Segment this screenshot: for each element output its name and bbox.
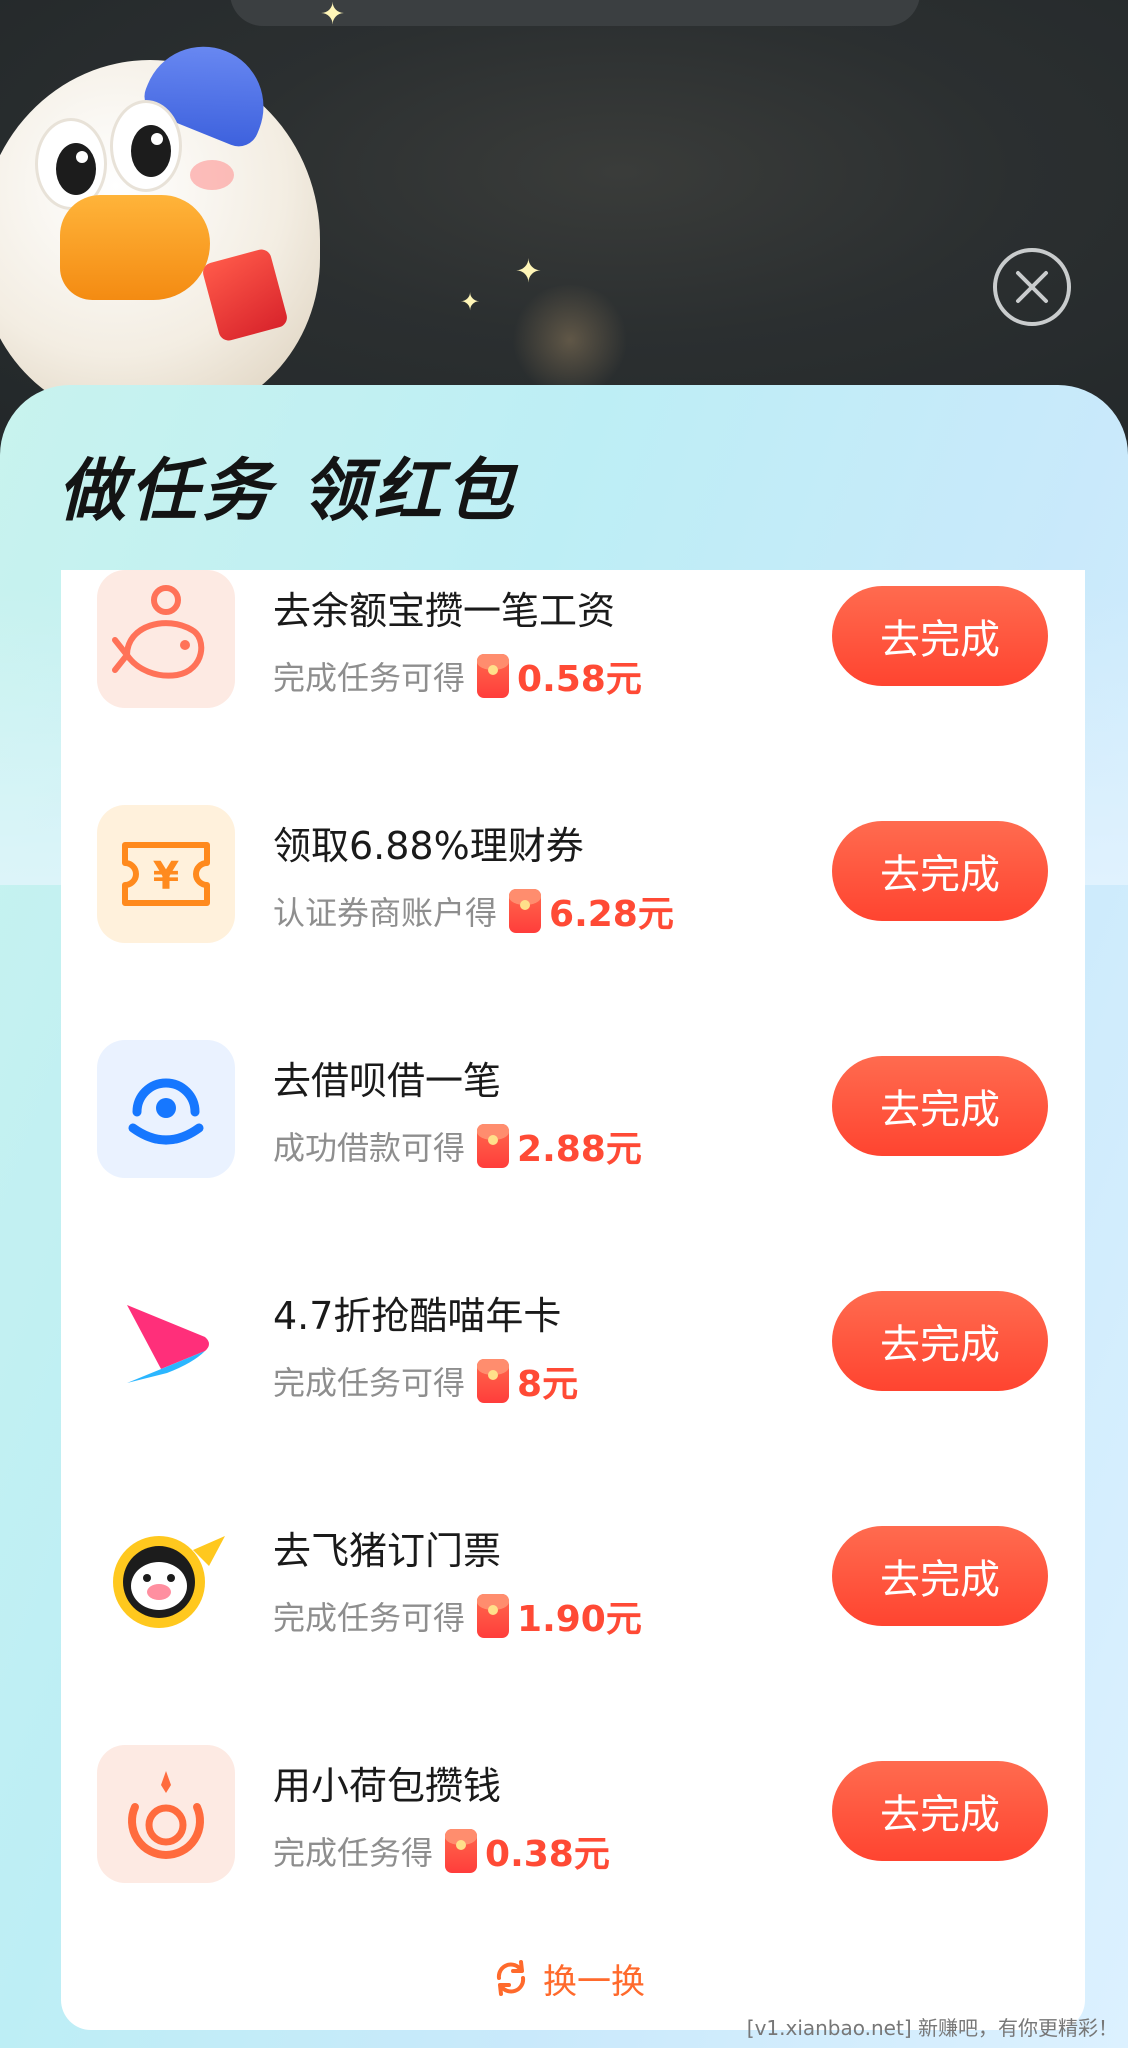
red-packet-icon	[445, 1829, 478, 1873]
task-reward: 认证券商账户得 6.28元	[273, 889, 674, 935]
task-complete-button[interactable]: 去完成	[832, 1761, 1048, 1861]
task-row: ¥ 领取6.88%理财券 认证券商账户得 6.28元 去完成	[61, 805, 1085, 1005]
task-reward: 完成任务可得 8元	[273, 1359, 578, 1405]
task-complete-button[interactable]: 去完成	[832, 586, 1048, 686]
task-desc: 完成任务可得	[273, 659, 466, 697]
task-reward: 完成任务可得 0.58元	[273, 654, 642, 700]
finance-coupon-icon: ¥	[97, 805, 235, 943]
task-title: 4.7折抢酷喵年卡	[273, 1294, 562, 1338]
task-row: 去借呗借一笔 成功借款可得 2.88元 去完成	[61, 1040, 1085, 1240]
mascot-eye-right	[110, 100, 182, 192]
sparkle-icon: ✦	[320, 0, 346, 32]
task-reward: 完成任务可得 1.90元	[273, 1594, 642, 1640]
watermark: [v1.xianbao.net] 新赚吧，有你更精彩！	[746, 2016, 1118, 2040]
youku-play-icon	[97, 1275, 235, 1413]
task-title: 去借呗借一笔	[273, 1059, 502, 1103]
task-reward: 成功借款可得 2.88元	[273, 1124, 642, 1170]
task-complete-button[interactable]: 去完成	[832, 1291, 1048, 1391]
jiebei-icon	[97, 1040, 235, 1178]
task-amount: 8元	[517, 1364, 579, 1405]
svg-text:¥: ¥	[153, 854, 179, 898]
task-title: 去飞猪订门票	[273, 1529, 502, 1573]
task-complete-button[interactable]: 去完成	[832, 821, 1048, 921]
task-title: 领取6.88%理财券	[273, 824, 584, 868]
close-button[interactable]	[993, 248, 1071, 326]
task-amount: 6.28元	[549, 894, 674, 935]
sparkle-icon: ✦	[460, 288, 481, 316]
refresh-icon	[496, 1960, 526, 1996]
background-duck	[510, 285, 630, 395]
task-row: 用小荷包攒钱 完成任务得 0.38元 去完成	[61, 1745, 1085, 1945]
xiaohebao-icon	[97, 1745, 235, 1883]
refresh-label: 换一换	[543, 1961, 645, 2002]
task-row: 去余额宝攒一笔工资 完成任务可得 0.58元 去完成	[61, 570, 1085, 770]
task-row: 去飞猪订门票 完成任务可得 1.90元 去完成	[61, 1510, 1085, 1710]
task-amount: 0.58元	[517, 659, 642, 700]
red-packet-icon	[477, 1359, 510, 1403]
task-amount: 0.38元	[485, 1834, 610, 1875]
task-title: 去余额宝攒一笔工资	[273, 589, 616, 633]
red-packet-icon	[477, 1124, 510, 1168]
task-amount: 1.90元	[517, 1599, 642, 1640]
red-packet-icon	[477, 1594, 510, 1638]
fliggy-pig-icon	[97, 1510, 235, 1648]
task-list: 去余额宝攒一笔工资 完成任务可得 0.58元 去完成 ¥ 领取6.88%理财券 …	[61, 570, 1085, 2030]
sparkle-icon: ✦	[515, 252, 542, 290]
sheet-title: 做任务 领红包	[58, 452, 518, 531]
task-amount: 2.88元	[517, 1129, 642, 1170]
red-packet-icon	[509, 889, 542, 933]
mascot-cheek	[190, 160, 234, 190]
task-desc: 成功借款可得	[273, 1129, 466, 1167]
task-complete-button[interactable]: 去完成	[832, 1526, 1048, 1626]
mascot-beak	[60, 195, 210, 300]
task-desc: 完成任务得	[273, 1834, 434, 1872]
red-packet-icon	[477, 654, 510, 698]
task-desc: 完成任务可得	[273, 1599, 466, 1637]
task-row: 4.7折抢酷喵年卡 完成任务可得 8元 去完成	[61, 1275, 1085, 1475]
close-icon	[1016, 271, 1048, 303]
yuebao-fish-icon	[97, 570, 235, 708]
task-complete-button[interactable]: 去完成	[832, 1056, 1048, 1156]
task-desc: 完成任务可得	[273, 1364, 466, 1402]
task-desc: 认证券商账户得	[273, 894, 498, 932]
task-reward: 完成任务得 0.38元	[273, 1829, 610, 1875]
task-title: 用小荷包攒钱	[273, 1764, 502, 1808]
header-background: ✦ ✦ ✦	[0, 0, 1128, 430]
refresh-button[interactable]: 换一换	[491, 1953, 645, 2003]
